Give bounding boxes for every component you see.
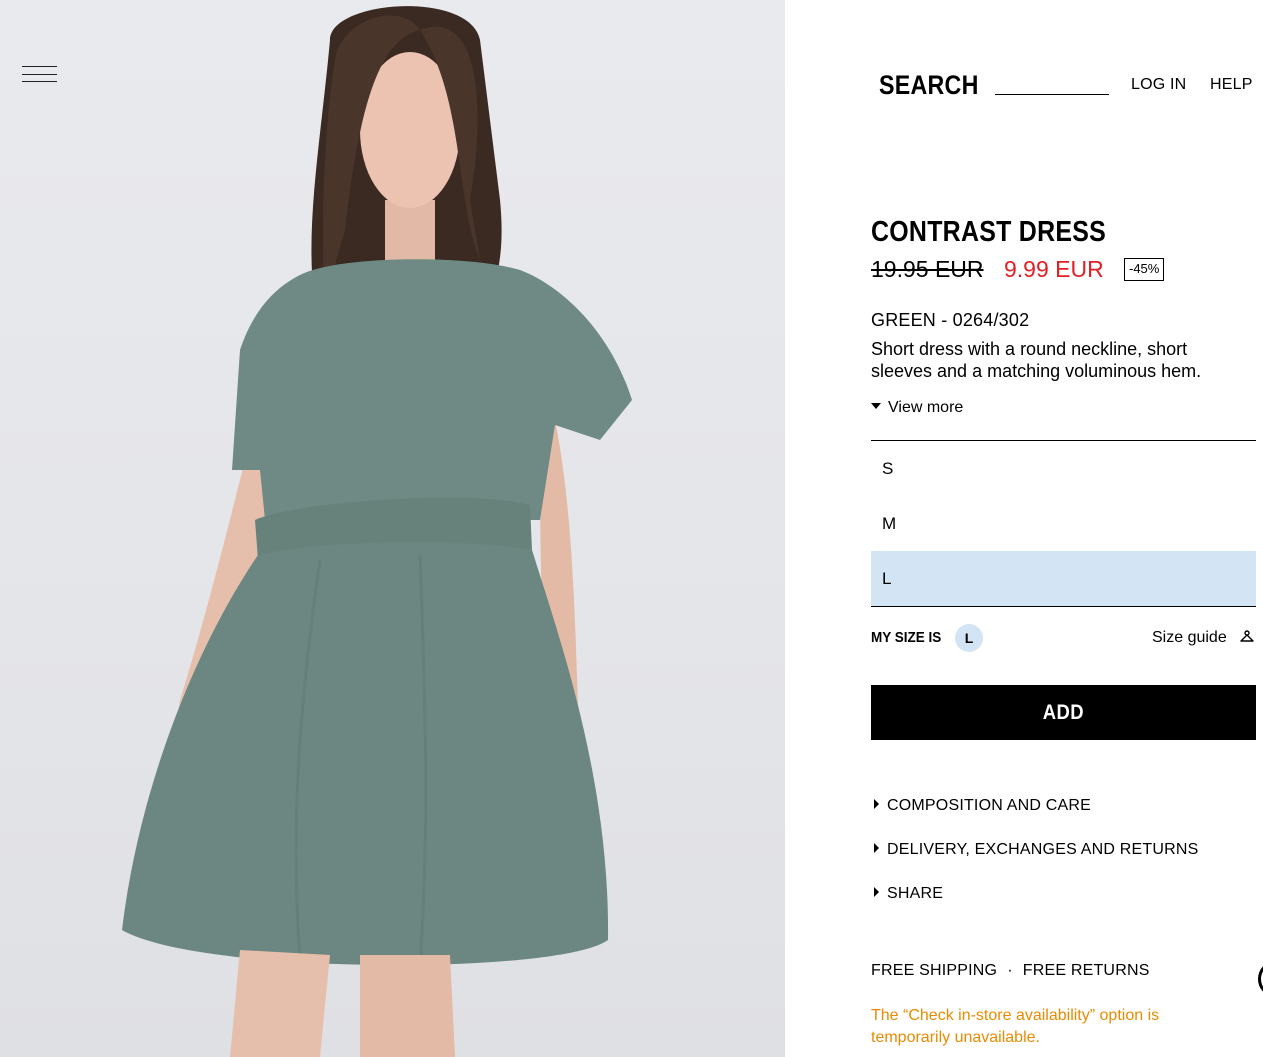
caret-down-icon [871, 403, 881, 409]
shipping-info: FREE SHIPPING · FREE RETURNS [871, 962, 1150, 980]
search-input[interactable] [995, 94, 1109, 95]
hanger-icon[interactable] [1240, 630, 1254, 644]
product-image[interactable] [0, 0, 785, 1057]
product-page: SEARCH LOG IN HELP CONTRAST DRESS 19.95 … [0, 0, 1263, 1057]
caret-right-icon [874, 887, 879, 897]
store-availability-notice: The “Check in-store availability” option… [871, 1007, 1160, 1046]
menu-line [22, 74, 57, 75]
product-description: Short dress with a round neckline, short… [871, 339, 1202, 381]
free-shipping-text: FREE SHIPPING [871, 962, 998, 979]
menu-line [22, 81, 57, 82]
composition-and-care-toggle[interactable]: COMPOSITION AND CARE [871, 797, 1091, 815]
size-selector: S M L [871, 440, 1256, 607]
sale-price: 9.99 EUR [1004, 256, 1104, 282]
product-title: CONTRAST DRESS [871, 216, 1107, 248]
my-size-label: MY SIZE IS [871, 629, 942, 646]
original-price: 19.95 EUR [871, 256, 984, 282]
view-more-link[interactable]: View more [871, 399, 963, 417]
share-toggle[interactable]: SHARE [871, 885, 943, 903]
help-link[interactable]: HELP [1210, 76, 1253, 94]
chat-icon[interactable] [1258, 962, 1263, 996]
accordion-label: COMPOSITION AND CARE [887, 797, 1092, 814]
discount-badge: -45% [1124, 258, 1165, 281]
search-label[interactable]: SEARCH [879, 70, 979, 101]
accordion-label: SHARE [887, 885, 944, 902]
menu-line [22, 66, 57, 67]
model-photo-illustration [122, 6, 632, 1057]
my-size-badge[interactable]: L [955, 624, 983, 652]
size-option-l[interactable]: L [871, 551, 1256, 606]
size-option-m[interactable]: M [871, 496, 1256, 551]
separator-dot: · [1007, 962, 1013, 979]
add-to-cart-button[interactable]: ADD [871, 685, 1256, 740]
add-button-label: ADD [1042, 700, 1085, 724]
hamburger-menu-icon[interactable] [22, 66, 58, 90]
size-guide-link[interactable]: Size guide [1152, 629, 1227, 647]
free-returns-text: FREE RETURNS [1022, 962, 1150, 979]
caret-right-icon [874, 799, 879, 809]
color-reference: GREEN - 0264/302 [871, 310, 1030, 330]
login-link[interactable]: LOG IN [1131, 76, 1186, 94]
delivery-returns-toggle[interactable]: DELIVERY, EXCHANGES AND RETURNS [871, 841, 1198, 859]
accordion-label: DELIVERY, EXCHANGES AND RETURNS [887, 841, 1199, 858]
caret-right-icon [874, 843, 879, 853]
size-option-s[interactable]: S [871, 441, 1256, 496]
view-more-label: View more [888, 399, 964, 416]
